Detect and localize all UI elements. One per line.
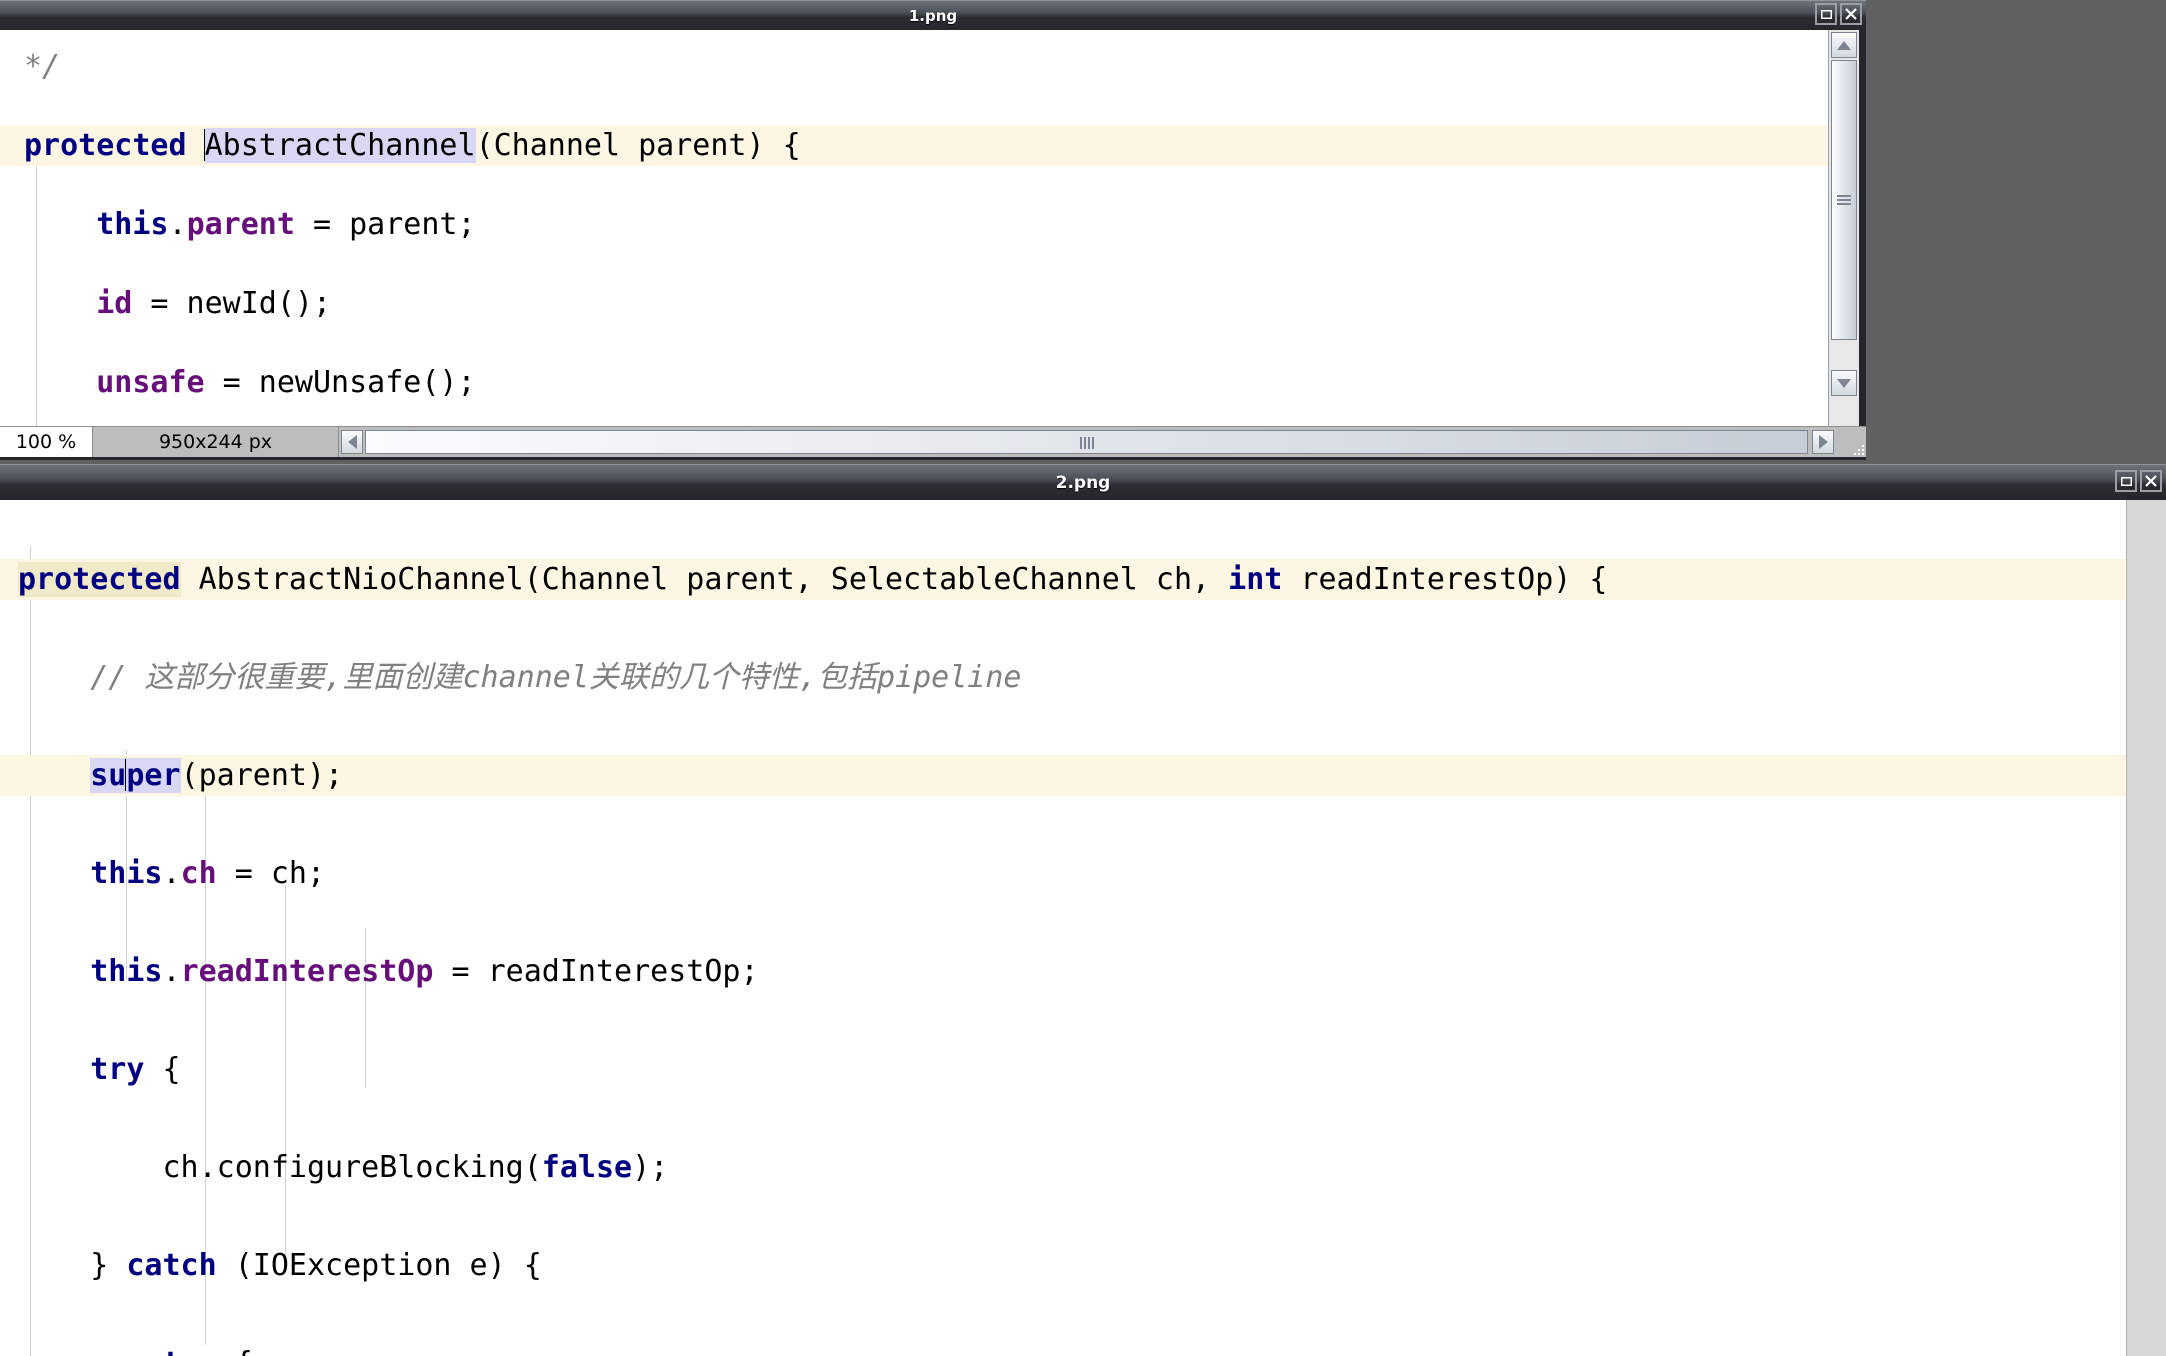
- token-keyword: protected: [24, 128, 205, 163]
- scroll-thumb-grip: [1079, 431, 1095, 453]
- token-plain: ch.configureBlocking(: [18, 1150, 542, 1185]
- titlebar-window-2[interactable]: 2.png: [0, 464, 2166, 501]
- token-field: unsafe: [96, 365, 205, 400]
- token-plain: {: [217, 1346, 253, 1356]
- code-line: */: [24, 46, 1828, 87]
- code-line: this.ch = ch;: [18, 853, 2126, 894]
- window-title: 2.png: [1055, 473, 1111, 493]
- token-keyword: this: [96, 207, 169, 242]
- code-line: try {: [18, 1343, 2126, 1356]
- token-dot: .: [162, 856, 181, 891]
- token-selected-identifier: AbstractChannel: [204, 128, 476, 163]
- code-line: unsafe = newUnsafe();: [24, 362, 1828, 403]
- scroll-left-arrow[interactable]: [341, 430, 363, 454]
- code-line-current: protected AbstractChannel(Channel parent…: [0, 125, 1828, 166]
- maximize-icon[interactable]: [2115, 470, 2137, 492]
- token-plain: );: [632, 1150, 669, 1185]
- editor-canvas-1[interactable]: */ protected AbstractChannel(Channel par…: [0, 30, 1828, 426]
- editor-canvas-2[interactable]: protected AbstractNioChannel(Channel par…: [0, 500, 2126, 1356]
- code-line-comment: // 这部分很重要,里面创建channel关联的几个特性,包括pipeline: [18, 657, 2126, 698]
- token-dot: .: [168, 207, 187, 242]
- token-keyword-selected: protected: [18, 562, 181, 597]
- code-line: this.readInterestOp = readInterestOp;: [18, 951, 2126, 992]
- token-field: id: [96, 286, 133, 321]
- window-image-viewer-1[interactable]: 1.png */ protected AbstractChannel(Chann…: [0, 0, 1866, 460]
- code-line: } catch (IOException e) {: [18, 1245, 2126, 1286]
- token-keyword: this: [90, 954, 163, 989]
- close-icon[interactable]: [2140, 470, 2162, 492]
- code-line: this.parent = parent;: [24, 204, 1828, 245]
- token-field: parent: [186, 207, 295, 242]
- horizontal-scroll-track[interactable]: [339, 427, 1866, 457]
- token-plain: {: [144, 1052, 181, 1087]
- token-keyword: try: [163, 1346, 217, 1356]
- token-plain: = readInterestOp;: [433, 954, 759, 989]
- token-field: readInterestOp: [180, 954, 434, 989]
- scroll-right-arrow[interactable]: [1812, 430, 1834, 454]
- token-keyword: catch: [126, 1248, 217, 1283]
- token-plain: (Channel parent) {: [475, 128, 801, 163]
- scroll-down-arrow[interactable]: [1831, 370, 1857, 396]
- code-line-current: super(parent);: [0, 755, 2126, 796]
- window-controls: [2115, 470, 2162, 492]
- token-keyword: false: [541, 1150, 633, 1185]
- token-plain: readInterestOp) {: [1282, 562, 1608, 597]
- code-line: ch.configureBlocking(false);: [18, 1147, 2126, 1188]
- token-comment-chinese: // 这部分很重要,里面创建channel关联的几个特性,包括pipeline: [18, 660, 1022, 695]
- token-plain: AbstractNioChannel(Channel parent, Selec…: [180, 562, 1229, 597]
- scroll-thumb-grip: [1837, 193, 1851, 207]
- token-plain: (parent);: [180, 758, 344, 793]
- vertical-scrollbar-1[interactable]: [1828, 30, 1859, 426]
- window-image-viewer-2[interactable]: 2.png protected AbstractNioChannel(Chann…: [0, 464, 2166, 1356]
- token-plain: = newUnsafe();: [204, 365, 476, 400]
- token-field: ch: [180, 856, 217, 891]
- code-line: try {: [18, 1049, 2126, 1090]
- token-keyword: int: [1228, 562, 1283, 597]
- token-dot: .: [162, 954, 181, 989]
- code-line: id = newId();: [24, 283, 1828, 324]
- close-icon[interactable]: [1840, 3, 1862, 25]
- token-plain: (IOException e) {: [216, 1248, 542, 1283]
- image-dimensions: 950x244 px: [93, 427, 339, 457]
- horizontal-scroll-thumb[interactable]: [365, 430, 1808, 454]
- vertical-scrollbar-2[interactable]: [2126, 500, 2166, 1356]
- token-plain: = ch;: [216, 856, 326, 891]
- code-line-method-signature: protected AbstractNioChannel(Channel par…: [0, 559, 2126, 600]
- titlebar-window-1[interactable]: 1.png: [0, 0, 1866, 31]
- token-keyword: this: [90, 856, 163, 891]
- scroll-up-arrow[interactable]: [1831, 32, 1857, 58]
- token-keyword: try: [90, 1052, 145, 1087]
- token-plain: }: [18, 1248, 127, 1283]
- statusbar-window-1: 100 % 950x244 px: [0, 426, 1866, 457]
- zoom-level[interactable]: 100 %: [0, 427, 93, 457]
- token-plain: = newId();: [132, 286, 332, 321]
- window-title: 1.png: [908, 7, 958, 25]
- window-controls: [1815, 3, 1862, 25]
- token-selected-keyword: per: [126, 758, 181, 793]
- token-plain: = parent;: [294, 207, 476, 242]
- resize-grip[interactable]: [1850, 441, 1864, 455]
- maximize-icon[interactable]: [1815, 3, 1837, 25]
- vertical-scroll-thumb[interactable]: [1831, 60, 1857, 340]
- token-selected-keyword: su: [90, 758, 127, 793]
- token-comment: */: [24, 49, 61, 84]
